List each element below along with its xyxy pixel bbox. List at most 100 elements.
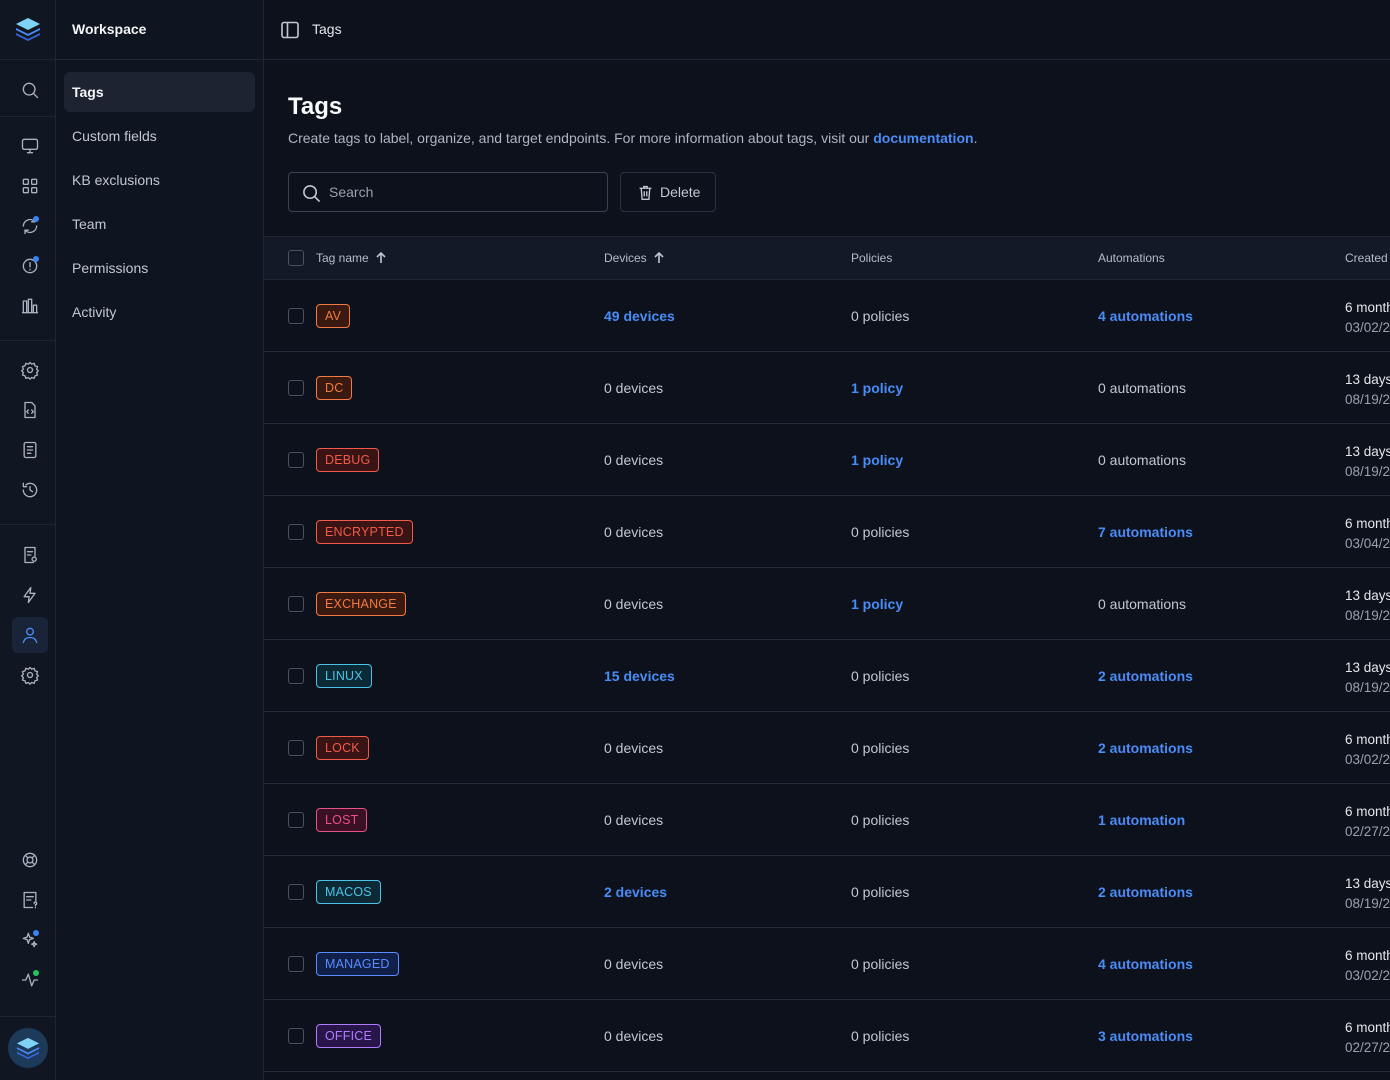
column-header-created[interactable]: Created: [1345, 251, 1388, 265]
devices-count[interactable]: 49 devices: [604, 308, 675, 324]
tag-badge[interactable]: EXCHANGE: [316, 592, 406, 616]
row-checkbox[interactable]: [288, 524, 304, 540]
settings-icon[interactable]: [12, 657, 48, 693]
sidebar-item-tags[interactable]: Tags: [64, 72, 255, 112]
sidebar-item-permissions[interactable]: Permissions: [64, 248, 255, 288]
help-doc-icon[interactable]: [12, 882, 48, 918]
alert-circle-icon[interactable]: [12, 248, 48, 284]
row-checkbox[interactable]: [288, 452, 304, 468]
row-checkbox[interactable]: [288, 1028, 304, 1044]
sort-ascending-icon: [376, 251, 386, 263]
devices-count[interactable]: 2 devices: [604, 884, 667, 900]
table-row[interactable]: LINUX 15 devices 0 policies 2 automations 13…: [264, 640, 1390, 712]
trash-icon: [639, 185, 652, 200]
row-checkbox[interactable]: [288, 812, 304, 828]
tag-badge[interactable]: OFFICE: [316, 1024, 382, 1048]
automations-count[interactable]: 2 automations: [1098, 668, 1193, 684]
history-icon[interactable]: [12, 472, 48, 508]
column-header-devices[interactable]: Devices: [604, 251, 666, 265]
column-header-automations[interactable]: Automations: [1098, 251, 1165, 265]
sidebar-toggle-icon[interactable]: [280, 20, 300, 40]
created-date: 13 days 08/19/2: [1345, 660, 1390, 695]
tag-badge[interactable]: DC: [316, 376, 353, 400]
search-icon[interactable]: [12, 72, 48, 108]
sort-ascending-icon: [654, 251, 664, 263]
row-checkbox[interactable]: [288, 596, 304, 612]
row-checkbox[interactable]: [288, 380, 304, 396]
user-icon[interactable]: [12, 617, 48, 653]
automations-count: 0 automations: [1098, 452, 1186, 468]
policies-count[interactable]: 1 policy: [851, 452, 903, 468]
sidebar-item-team[interactable]: Team: [64, 204, 255, 244]
row-checkbox[interactable]: [288, 308, 304, 324]
devices-count[interactable]: 15 devices: [604, 668, 675, 684]
avatar[interactable]: [8, 1028, 48, 1068]
row-checkbox[interactable]: [288, 668, 304, 684]
created-date: 6 month 02/27/2: [1345, 804, 1390, 839]
sparkles-icon[interactable]: [12, 922, 48, 958]
sidebar-item-kb-exclusions[interactable]: KB exclusions: [64, 160, 255, 200]
code-file-icon[interactable]: [12, 392, 48, 428]
row-checkbox[interactable]: [288, 884, 304, 900]
table-row[interactable]: EXCHANGE 0 devices 1 policy 0 automations 13…: [264, 568, 1390, 640]
tag-badge[interactable]: MACOS: [316, 880, 381, 904]
header-bar: Tags: [264, 0, 1390, 60]
select-all-checkbox[interactable]: [288, 250, 304, 266]
lightning-icon[interactable]: [12, 577, 48, 613]
search-input[interactable]: [329, 173, 599, 211]
policies-count[interactable]: 1 policy: [851, 596, 903, 612]
automations-count[interactable]: 3 automations: [1098, 1028, 1193, 1044]
tag-badge[interactable]: AV: [316, 304, 351, 328]
apps-grid-icon[interactable]: [12, 168, 48, 204]
column-header-policies[interactable]: Policies: [851, 251, 892, 265]
tag-badge[interactable]: DEBUG: [316, 448, 380, 472]
table-row[interactable]: LOST 0 devices 0 policies 1 automation 6 mon…: [264, 784, 1390, 856]
policies-count[interactable]: 1 policy: [851, 380, 903, 396]
column-header-tag-name[interactable]: Tag name: [316, 251, 388, 265]
automations-count[interactable]: 2 automations: [1098, 884, 1193, 900]
automations-count[interactable]: 2 automations: [1098, 740, 1193, 756]
report-icon[interactable]: [12, 537, 48, 573]
table-row[interactable]: AV 49 devices 0 policies 4 automations 6 mon…: [264, 280, 1390, 352]
policies-count: 0 policies: [851, 740, 910, 756]
tag-badge[interactable]: LOST: [316, 808, 368, 832]
table-row[interactable]: DC 0 devices 1 policy 0 automations 13 days 0…: [264, 352, 1390, 424]
table-row[interactable]: LOCK 0 devices 0 policies 2 automations 6 mo…: [264, 712, 1390, 784]
devices-count: 0 devices: [604, 596, 664, 612]
monitor-icon[interactable]: [12, 128, 48, 164]
table-row[interactable]: OFFICE 0 devices 0 policies 3 automations 6 …: [264, 1000, 1390, 1072]
sync-icon[interactable]: [12, 208, 48, 244]
tag-badge[interactable]: LOCK: [316, 736, 369, 760]
created-date: 6 month 03/04/2: [1345, 516, 1390, 551]
tag-badge[interactable]: LINUX: [316, 664, 372, 688]
automations-count[interactable]: 7 automations: [1098, 524, 1193, 540]
row-checkbox[interactable]: [288, 956, 304, 972]
tag-badge[interactable]: MANAGED: [316, 952, 399, 976]
tag-badge[interactable]: ENCRYPTED: [316, 520, 413, 544]
automations-count[interactable]: 4 automations: [1098, 956, 1193, 972]
delete-button[interactable]: Delete: [620, 172, 716, 212]
sidebar-item-custom-fields[interactable]: Custom fields: [64, 116, 255, 156]
gear-icon[interactable]: [12, 352, 48, 388]
document-icon[interactable]: [12, 432, 48, 468]
chart-bar-icon[interactable]: [12, 288, 48, 324]
policies-count: 0 policies: [851, 884, 910, 900]
search-box[interactable]: [288, 172, 608, 212]
automations-count[interactable]: 1 automation: [1098, 812, 1185, 828]
documentation-link[interactable]: documentation: [873, 130, 973, 146]
policies-count: 0 policies: [851, 668, 910, 684]
created-date: 13 days 08/19/2: [1345, 876, 1390, 911]
table-row[interactable]: DEBUG 0 devices 1 policy 0 automations 13 da…: [264, 424, 1390, 496]
activity-icon[interactable]: [12, 962, 48, 998]
devices-count: 0 devices: [604, 956, 664, 972]
row-checkbox[interactable]: [288, 740, 304, 756]
table-row[interactable]: ENCRYPTED 0 devices 0 policies 7 automation…: [264, 496, 1390, 568]
table-row[interactable]: MANAGED 0 devices 0 policies 4 automations 6…: [264, 928, 1390, 1000]
lifebuoy-icon[interactable]: [12, 842, 48, 878]
search-icon: [303, 185, 321, 203]
table-row[interactable]: MACOS 2 devices 0 policies 2 automations 13 …: [264, 856, 1390, 928]
automations-count[interactable]: 4 automations: [1098, 308, 1193, 324]
sidebar-item-activity[interactable]: Activity: [64, 292, 255, 332]
created-date: 13 days 08/19/2: [1345, 444, 1390, 479]
app-logo-icon[interactable]: [14, 16, 42, 42]
